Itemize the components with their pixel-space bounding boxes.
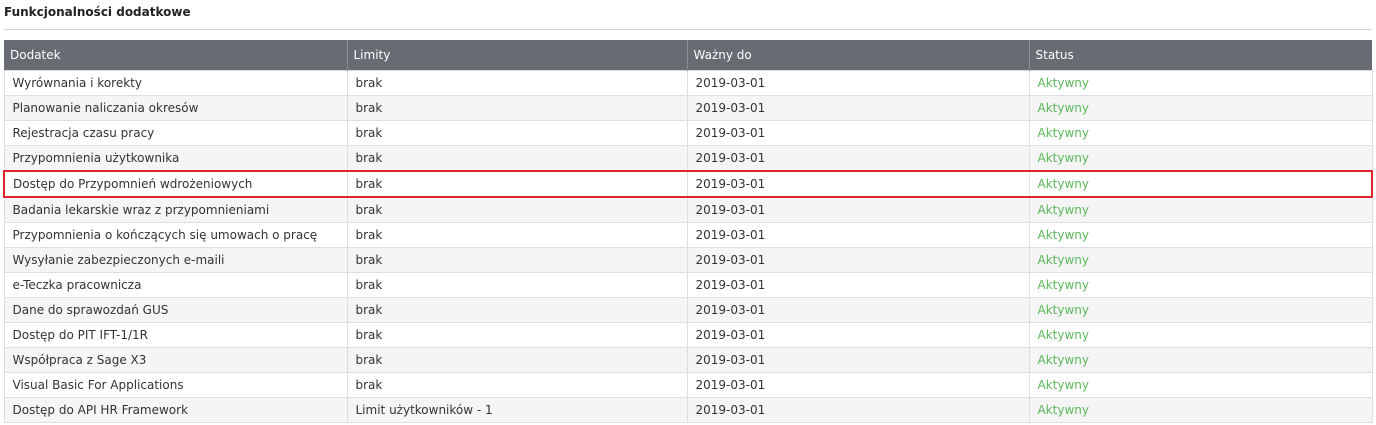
cell-status: Aktywny xyxy=(1028,95,1373,121)
table-row[interactable]: Planowanie naliczania okresów brak 2019-… xyxy=(3,95,1373,121)
cell-addon-name: Planowanie naliczania okresów xyxy=(3,95,348,121)
table-row-highlighted[interactable]: Dostęp do Przypomnień wdrożeniowych brak… xyxy=(3,170,1373,198)
table-row[interactable]: Dostęp do API HR Framework Limit użytkow… xyxy=(3,397,1373,423)
cell-valid-until: 2019-03-01 xyxy=(686,95,1030,121)
cell-status: Aktywny xyxy=(1028,70,1373,96)
cell-addon-name: e-Teczka pracownicza xyxy=(3,272,348,298)
column-header-status[interactable]: Status xyxy=(1028,40,1372,71)
cell-status: Aktywny xyxy=(1028,170,1373,198)
cell-addon-name: Dostęp do API HR Framework xyxy=(3,397,348,423)
header-row: Dodatek Limity Ważny do Status xyxy=(4,40,1372,71)
cell-status: Aktywny xyxy=(1028,397,1373,423)
cell-status: Aktywny xyxy=(1028,196,1373,223)
cell-addon-name: Dostęp do Przypomnień wdrożeniowych xyxy=(3,170,348,198)
cell-limit: brak xyxy=(346,70,688,96)
cell-addon-name: Wyrównania i korekty xyxy=(3,70,348,96)
cell-limit: brak xyxy=(346,120,688,146)
cell-status: Aktywny xyxy=(1028,372,1373,398)
cell-limit: brak xyxy=(346,297,688,323)
cell-limit: brak xyxy=(346,372,688,398)
cell-valid-until: 2019-03-01 xyxy=(686,247,1030,273)
table-row[interactable]: e-Teczka pracownicza brak 2019-03-01 Akt… xyxy=(3,272,1373,298)
cell-status: Aktywny xyxy=(1028,247,1373,273)
cell-valid-until: 2019-03-01 xyxy=(686,347,1030,373)
cell-addon-name: Badania lekarskie wraz z przypomnieniami xyxy=(3,196,348,223)
cell-valid-until: 2019-03-01 xyxy=(686,372,1030,398)
cell-limit: brak xyxy=(346,247,688,273)
cell-limit: brak xyxy=(346,272,688,298)
table-row[interactable]: Współpraca z Sage X3 brak 2019-03-01 Akt… xyxy=(3,347,1373,373)
cell-status: Aktywny xyxy=(1028,322,1373,348)
cell-valid-until: 2019-03-01 xyxy=(686,397,1030,423)
cell-status: Aktywny xyxy=(1028,347,1373,373)
cell-addon-name: Dostęp do PIT IFT-1/1R xyxy=(3,322,348,348)
section-title: Funkcjonalności dodatkowe xyxy=(4,5,191,19)
cell-status: Aktywny xyxy=(1028,297,1373,323)
column-header-addon[interactable]: Dodatek xyxy=(4,40,347,71)
table-row[interactable]: Wysyłanie zabezpieczonych e-maili brak 2… xyxy=(3,247,1373,273)
cell-valid-until: 2019-03-01 xyxy=(686,196,1030,223)
table-row[interactable]: Przypomnienia o kończących się umowach o… xyxy=(3,222,1373,248)
column-header-limits[interactable]: Limity xyxy=(346,40,687,71)
cell-valid-until: 2019-03-01 xyxy=(686,145,1030,172)
cell-status: Aktywny xyxy=(1028,120,1373,146)
column-header-valid-until[interactable]: Ważny do xyxy=(686,40,1029,71)
cell-limit: brak xyxy=(346,95,688,121)
cell-addon-name: Dane do sprawozdań GUS xyxy=(3,297,348,323)
table-body: Wyrównania i korekty brak 2019-03-01 Akt… xyxy=(3,70,1373,423)
table-row[interactable]: Visual Basic For Applications brak 2019-… xyxy=(3,372,1373,398)
title-divider xyxy=(4,29,1371,30)
table-row[interactable]: Dane do sprawozdań GUS brak 2019-03-01 A… xyxy=(3,297,1373,323)
cell-limit: brak xyxy=(346,170,688,198)
table-row[interactable]: Przypomnienia użytkownika brak 2019-03-0… xyxy=(3,145,1373,172)
cell-status: Aktywny xyxy=(1028,145,1373,172)
cell-addon-name: Przypomnienia użytkownika xyxy=(3,145,348,172)
cell-addon-name: Visual Basic For Applications xyxy=(3,372,348,398)
table-row[interactable]: Rejestracja czasu pracy brak 2019-03-01 … xyxy=(3,120,1373,146)
cell-addon-name: Współpraca z Sage X3 xyxy=(3,347,348,373)
cell-limit: brak xyxy=(346,222,688,248)
cell-valid-until: 2019-03-01 xyxy=(686,170,1030,198)
cell-valid-until: 2019-03-01 xyxy=(686,297,1030,323)
cell-limit: brak xyxy=(346,196,688,223)
table-row[interactable]: Wyrównania i korekty brak 2019-03-01 Akt… xyxy=(3,70,1373,96)
table-row[interactable]: Badania lekarskie wraz z przypomnieniami… xyxy=(3,196,1373,223)
cell-addon-name: Wysyłanie zabezpieczonych e-maili xyxy=(3,247,348,273)
cell-valid-until: 2019-03-01 xyxy=(686,70,1030,96)
cell-limit: brak xyxy=(346,322,688,348)
addons-table: Dodatek Limity Ważny do Status Wyrównani… xyxy=(3,40,1373,423)
cell-valid-until: 2019-03-01 xyxy=(686,272,1030,298)
cell-status: Aktywny xyxy=(1028,272,1373,298)
cell-status: Aktywny xyxy=(1028,222,1373,248)
cell-valid-until: 2019-03-01 xyxy=(686,120,1030,146)
cell-addon-name: Przypomnienia o kończących się umowach o… xyxy=(3,222,348,248)
table-row[interactable]: Dostęp do PIT IFT-1/1R brak 2019-03-01 A… xyxy=(3,322,1373,348)
cell-limit: brak xyxy=(346,347,688,373)
table-header: Dodatek Limity Ważny do Status xyxy=(4,40,1372,71)
cell-valid-until: 2019-03-01 xyxy=(686,322,1030,348)
cell-limit: Limit użytkowników - 1 xyxy=(346,397,688,423)
cell-addon-name: Rejestracja czasu pracy xyxy=(3,120,348,146)
cell-limit: brak xyxy=(346,145,688,172)
cell-valid-until: 2019-03-01 xyxy=(686,222,1030,248)
